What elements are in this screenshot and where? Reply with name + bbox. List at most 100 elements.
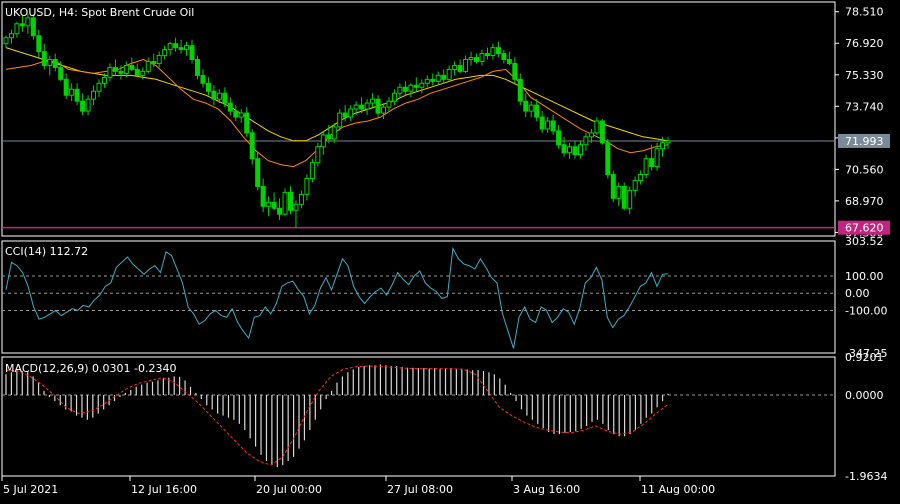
price-tick-label: 75.330 — [845, 69, 884, 82]
cci-tick-label: 0.00 — [845, 287, 870, 300]
time-tick-label: 5 Jul 2021 — [3, 483, 58, 496]
candle-body — [479, 53, 485, 62]
candle-body — [238, 112, 244, 118]
candle-body — [534, 104, 540, 118]
candle-body — [260, 185, 266, 207]
candle-body — [200, 74, 206, 84]
candle-body — [80, 100, 86, 112]
candle-body — [638, 174, 644, 181]
candle-body — [14, 23, 20, 35]
candle-body — [36, 35, 42, 53]
macd-label: MACD(12,26,9) 0.0301 -0.2340 — [5, 362, 176, 375]
candle-body — [375, 98, 381, 114]
candle-body — [523, 100, 529, 112]
candle-body — [173, 43, 179, 49]
cci-tick-label: 100.00 — [845, 270, 884, 283]
chart-root: 78.51076.92075.33073.74072.15070.56068.9… — [0, 0, 900, 500]
candle-body — [463, 59, 469, 72]
candle-body — [304, 177, 310, 195]
candle-body — [63, 78, 69, 96]
candle-body — [151, 60, 157, 64]
candle-body — [337, 112, 343, 128]
candle-body — [25, 17, 31, 27]
candle-body — [588, 132, 594, 138]
candle-body — [359, 104, 365, 110]
cci-tick-label: -100.00 — [845, 304, 887, 317]
candle-body — [19, 23, 25, 27]
candle-body — [222, 92, 228, 104]
candle-body — [282, 191, 288, 215]
candle-body — [30, 17, 36, 37]
candle-body — [495, 47, 501, 55]
candle-body — [364, 102, 370, 110]
candle-body — [134, 68, 140, 76]
candle-body — [413, 84, 419, 88]
candle-body — [370, 98, 376, 104]
candle-body — [583, 136, 589, 146]
candle-body — [85, 98, 91, 112]
candle-body — [381, 106, 387, 114]
candle-body — [101, 76, 107, 84]
candle-body — [47, 59, 53, 66]
candle-body — [610, 174, 616, 199]
candle-body — [118, 70, 124, 74]
candle-body — [545, 120, 551, 130]
candle-body — [244, 112, 250, 134]
candle-body — [665, 140, 671, 144]
candle-body — [408, 84, 414, 92]
candle-body — [315, 146, 321, 164]
current-price-label: 71.993 — [845, 135, 884, 148]
candle-body — [205, 82, 211, 92]
candle-body — [632, 179, 638, 191]
candle-body — [435, 74, 441, 82]
candle-body — [52, 59, 58, 68]
candle-body — [430, 78, 436, 82]
candle-body — [211, 90, 217, 100]
candle-body — [178, 47, 184, 51]
candle-body — [8, 33, 14, 39]
candle-body — [484, 53, 490, 57]
candle-body — [293, 203, 299, 211]
candle-body — [599, 120, 605, 144]
candle-body — [145, 60, 151, 72]
price-tick-label: 78.510 — [845, 6, 884, 19]
candle-body — [167, 43, 173, 51]
candle-body — [184, 45, 190, 51]
candle-body — [528, 104, 534, 112]
candle-body — [468, 57, 474, 61]
candle-body — [627, 189, 633, 209]
candle-body — [441, 74, 447, 80]
candle-body — [419, 82, 425, 88]
candle-body — [74, 88, 80, 102]
candle-body — [605, 142, 611, 176]
candle-body — [58, 66, 64, 80]
candle-body — [194, 59, 200, 76]
candle-body — [96, 82, 102, 92]
candle-body — [512, 62, 518, 80]
candle-body — [255, 158, 261, 187]
candle-body — [391, 92, 397, 102]
symbol-label: UKOUSD, H4: Spot Brent Crude Oil — [5, 6, 194, 19]
candle-body — [446, 68, 452, 80]
candle-body — [342, 112, 348, 118]
candle-body — [287, 191, 293, 211]
candle-body — [326, 134, 332, 140]
candle-body — [266, 201, 272, 207]
candle-body — [660, 142, 666, 150]
candle-body — [654, 148, 660, 168]
candle-body — [457, 64, 463, 72]
price-tick-label: 73.740 — [845, 100, 884, 113]
candle-body — [3, 37, 9, 45]
candle-body — [227, 102, 233, 112]
candle-body — [506, 59, 512, 64]
marked-level-label: 67.620 — [845, 222, 884, 235]
candle-body — [233, 110, 239, 118]
candle-body — [249, 132, 255, 160]
candle-body — [474, 57, 480, 62]
candle-body — [556, 130, 562, 146]
candle-body — [621, 185, 627, 209]
candle-body — [397, 86, 403, 94]
candle-body — [386, 100, 392, 108]
candle-body — [402, 86, 408, 92]
candle-body — [107, 66, 113, 78]
